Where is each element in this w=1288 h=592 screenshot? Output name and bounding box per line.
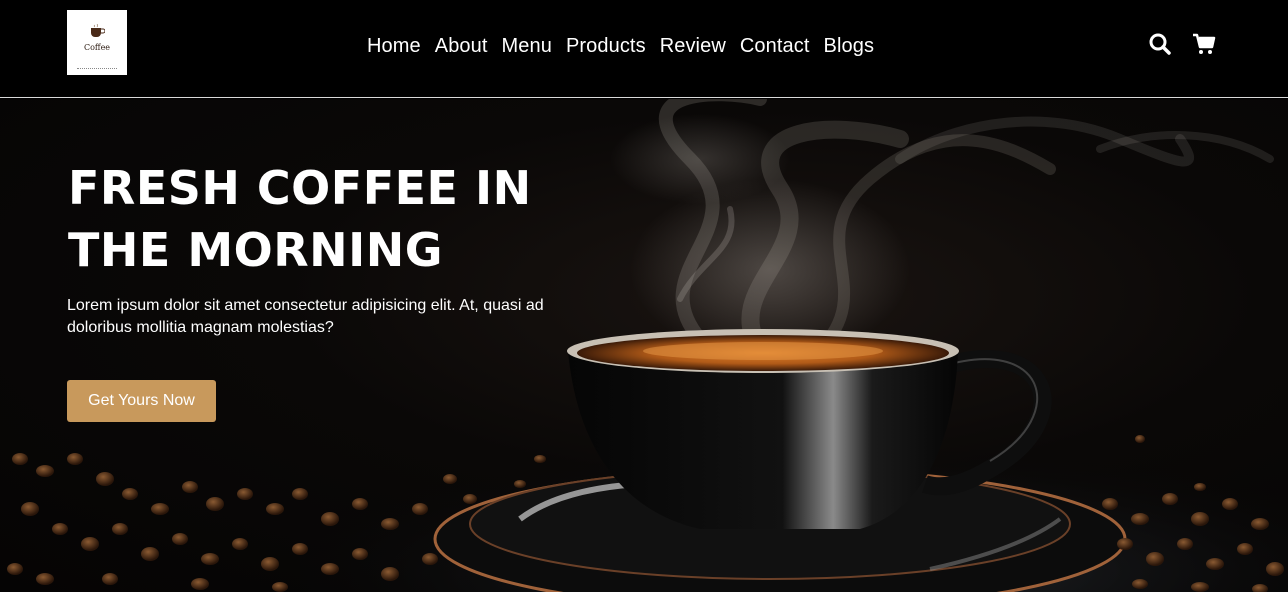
get-yours-now-button[interactable]: Get Yours Now xyxy=(67,380,216,422)
hero-title: FRESH COFFEE IN THE MORNING xyxy=(68,161,532,277)
hero-description: Lorem ipsum dolor sit amet consectetur a… xyxy=(67,297,544,336)
nav-menu[interactable]: Menu xyxy=(502,32,552,60)
nav-blogs[interactable]: Blogs xyxy=(824,32,875,60)
nav-about[interactable]: About xyxy=(435,32,488,60)
logo-divider xyxy=(77,68,117,70)
cart-button[interactable] xyxy=(1191,31,1217,57)
main-nav: Home About Menu Products Review Contact … xyxy=(360,32,881,60)
nav-review[interactable]: Review xyxy=(660,32,726,60)
cart-icon xyxy=(1193,33,1216,54)
site-header: Coffee Home About Menu Products Review C… xyxy=(0,0,1288,98)
search-icon xyxy=(1149,33,1171,55)
nav-products[interactable]: Products xyxy=(566,32,646,60)
nav-contact[interactable]: Contact xyxy=(740,32,810,60)
nav-home[interactable]: Home xyxy=(367,32,421,60)
coffee-cup-icon xyxy=(91,24,105,37)
hero-section: FRESH COFFEE IN THE MORNING Lorem ipsum … xyxy=(0,99,1288,592)
logo[interactable]: Coffee xyxy=(67,10,127,75)
search-button[interactable] xyxy=(1147,31,1173,57)
logo-text: Coffee xyxy=(83,43,111,52)
